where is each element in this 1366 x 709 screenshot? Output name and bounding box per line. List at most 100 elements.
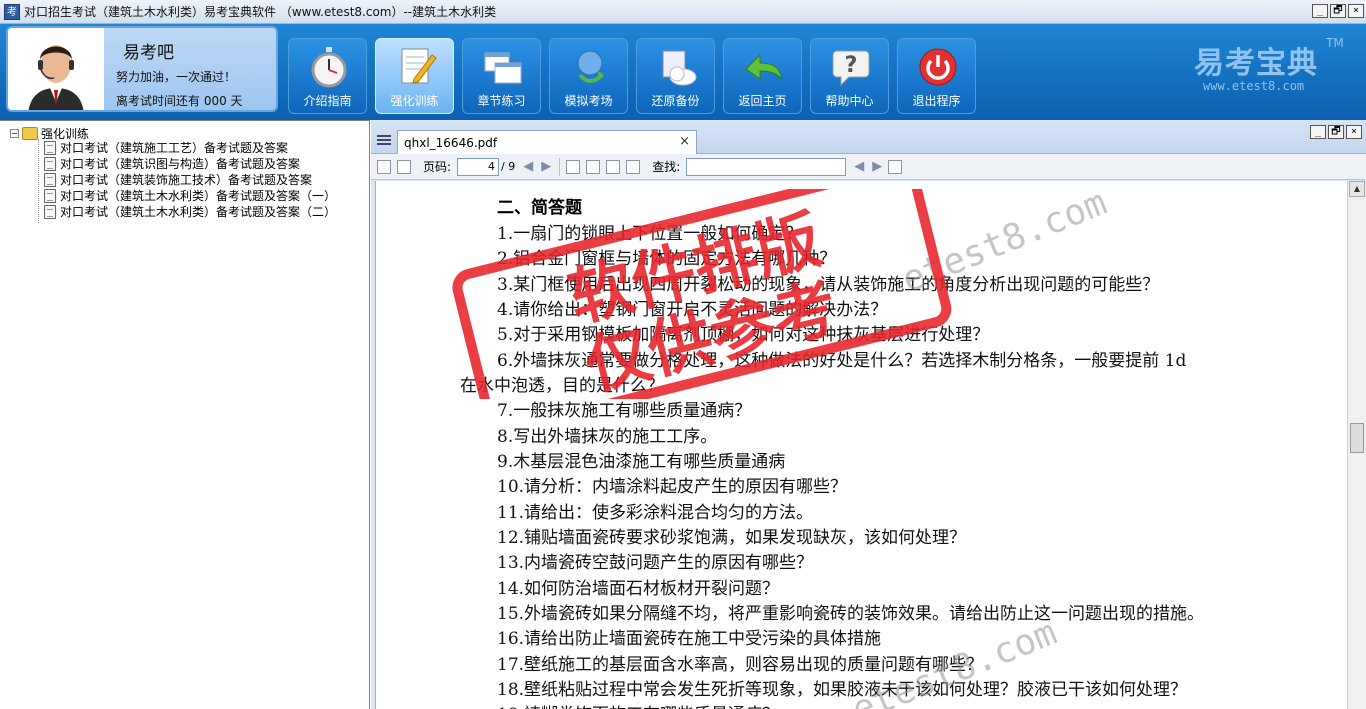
vertical-scrollbar[interactable]: ▲ <box>1347 181 1366 709</box>
question-line: 3.某门框使用后出现四周开裂松动的现象，请从装饰施工的角度分析出现问题的可能些？ <box>497 275 1160 295</box>
question-line: 15.外墙瓷砖如果分隔缝不均，将严重影响瓷砖的装饰效果。请给出防止这一问题出现的… <box>497 604 1205 624</box>
toolbar-label: 退出程序 <box>912 94 961 108</box>
document-icon <box>44 156 56 171</box>
toolbar-separator <box>559 157 561 176</box>
page-total: / 9 <box>501 160 516 173</box>
avatar-person-icon <box>8 28 104 110</box>
notepad-pencil-icon <box>401 48 437 84</box>
question-line: 10.请分析：内墙涂料起皮产生的原因有哪些？ <box>497 477 848 497</box>
question-line: 2.铝合金门窗框与墙体的固定方法有哪几种？ <box>497 249 837 269</box>
toolbar-button-home[interactable]: 返回主页 <box>723 38 802 114</box>
user-panel: 易考吧 努力加油，一次通过！ 离考试时间还有 000 天 <box>6 26 278 112</box>
exam-countdown: 离考试时间还有 000 天 <box>116 94 243 108</box>
toolbar-button-help[interactable]: ? 帮助中心 <box>810 38 889 114</box>
collapse-icon[interactable]: − <box>10 129 19 138</box>
app-header: 易考吧 努力加油，一次通过！ 离考试时间还有 000 天 介绍指南 强化训练 章… <box>0 24 1366 120</box>
stopwatch-icon <box>311 47 347 88</box>
close-button[interactable]: × <box>1348 4 1364 18</box>
toolbar-button-training[interactable]: 强化训练 <box>375 38 454 114</box>
toolbar-button-intro[interactable]: 介绍指南 <box>288 38 367 114</box>
save-icon[interactable] <box>566 159 581 174</box>
tree-item-label: 对口考试（建筑施工工艺）备考试题及答案 <box>60 141 289 155</box>
toolbar-label: 介绍指南 <box>303 94 352 108</box>
fit-page-icon[interactable] <box>586 159 601 174</box>
find-label: 查找: <box>652 160 681 174</box>
tab-document[interactable]: qhxl_16646.pdf × <box>397 130 697 154</box>
restore-button[interactable]: 🗗 <box>1330 4 1346 18</box>
question-line: 8.写出外墙抹灰的施工工序。 <box>497 427 718 447</box>
text-size-icon[interactable] <box>888 159 903 174</box>
brand-url: www.etest8.com <box>1203 79 1305 93</box>
zoom-out-icon[interactable] <box>606 159 621 174</box>
toolbar-label: 帮助中心 <box>825 94 874 108</box>
menu-icon[interactable] <box>377 135 391 146</box>
tree-item-label: 对口考试（建筑土木水利类）备考试题及答案（一） <box>60 189 337 203</box>
section-heading: 二、简答题 <box>497 198 582 218</box>
question-line: 7.一般抹灰施工有哪些质量通病？ <box>497 401 752 421</box>
back-arrow-icon <box>745 53 783 81</box>
user-name: 易考吧 <box>123 43 174 63</box>
question-line: 6.外墙抹灰通常要做分格处理，这种做法的好处是什么？若选择木制分格条，一般要提前… <box>497 351 1187 371</box>
doc-minimize-button[interactable]: _ <box>1310 125 1326 139</box>
toolbar-button-backup[interactable]: 还原备份 <box>636 38 715 114</box>
toolbar-label: 模拟考场 <box>564 94 613 108</box>
toolbar-label: 强化训练 <box>390 94 439 108</box>
find-input[interactable] <box>686 157 847 176</box>
toolbar-label: 章节练习 <box>477 94 526 108</box>
title-bar: 考 对口招生考试（建筑土木水利类）易考宝典软件 （www.etest8.com）… <box>0 0 1366 24</box>
toolbar-button-exit[interactable]: 退出程序 <box>897 38 976 114</box>
svg-text:?: ? <box>845 53 858 78</box>
prev-page-icon[interactable]: ◀ <box>523 159 533 174</box>
user-slogan: 努力加油，一次通过！ <box>116 70 237 84</box>
window-title: 对口招生考试（建筑土木水利类）易考宝典软件 （www.etest8.com）--… <box>24 5 497 19</box>
doc-restore-button[interactable]: 🗗 <box>1328 125 1344 139</box>
question-continuation: 在水中泡透，目的是什么？ <box>460 376 664 396</box>
tree-item-label: 对口考试（建筑识图与构造）备考试题及答案 <box>60 157 301 171</box>
find-next-icon[interactable]: ▶ <box>872 159 882 174</box>
tree-item[interactable]: 对口考试（建筑土木水利类）备考试题及答案（一） <box>44 187 336 204</box>
page-number-input[interactable]: 4 <box>457 157 500 176</box>
question-line: 4.请你给出：塑钢门窗开启不灵活问题的解决办法？ <box>497 300 888 320</box>
question-icon: ? <box>832 50 870 87</box>
close-tab-icon[interactable]: × <box>679 134 690 149</box>
scroll-thumb[interactable] <box>1350 423 1364 453</box>
question-line: 18.壁纸粘贴过程中常会发生死折等现象，如果胶液未干该如何处理？胶液已干该如何处… <box>497 680 1188 700</box>
document-icon <box>44 188 56 203</box>
question-line: 12.铺贴墙面瓷砖要求砂浆饱满，如果发现缺灰，该如何处理？ <box>497 528 967 548</box>
document-icon <box>44 140 56 155</box>
tree-item[interactable]: 对口考试（建筑施工工艺）备考试题及答案 <box>44 139 288 156</box>
document-tabbar: qhxl_16646.pdf × _ 🗗 × <box>371 120 1366 154</box>
tree-item[interactable]: 对口考试（建筑装饰施工技术）备考试题及答案 <box>44 171 312 188</box>
question-line: 11.请给出：使多彩涂料混合均匀的方法。 <box>497 503 814 523</box>
document-window-controls: _ 🗗 × <box>1310 125 1362 139</box>
page-label: 页码: <box>423 160 452 174</box>
tree-item-label: 对口考试（建筑土木水利类）备考试题及答案（二） <box>60 205 337 219</box>
next-page-icon[interactable]: ▶ <box>541 159 551 174</box>
zoom-in-icon[interactable] <box>626 159 641 174</box>
find-prev-icon[interactable]: ◀ <box>854 159 864 174</box>
doc-close-button[interactable]: × <box>1346 125 1362 139</box>
tree-connector <box>38 139 39 223</box>
scroll-up-icon[interactable]: ▲ <box>1349 181 1365 197</box>
window-controls: _ 🗗 × <box>1312 4 1364 18</box>
toolbar-label: 返回主页 <box>738 94 787 108</box>
print-icon[interactable] <box>397 159 411 174</box>
toolbar-button-chapter[interactable]: 章节练习 <box>462 38 541 114</box>
minimize-button[interactable]: _ <box>1312 4 1328 18</box>
pdf-toolbar: 页码: 4 / 9 ◀ ▶ 查找: ◀ ▶ <box>371 154 1366 180</box>
toolbar-button-exam[interactable]: 模拟考场 <box>549 38 628 114</box>
windows-icon <box>484 52 522 84</box>
avatar <box>8 28 104 110</box>
main-toolbar: 介绍指南 强化训练 章节练习 模拟考场 还原备份 返回主页 ? 帮助中心 退出程… <box>288 38 976 114</box>
copy-icon[interactable] <box>377 159 391 174</box>
tree-item[interactable]: 对口考试（建筑识图与构造）备考试题及答案 <box>44 155 300 172</box>
tree-item[interactable]: 对口考试（建筑土木水利类）备考试题及答案（二） <box>44 203 336 220</box>
document-icon <box>44 204 56 219</box>
brand-logo: 易考宝典 <box>1194 46 1318 81</box>
power-icon <box>919 48 957 86</box>
tree-item-label: 对口考试（建筑装饰施工技术）备考试题及答案 <box>60 173 313 187</box>
cloud-computer-icon <box>662 50 697 86</box>
folder-icon <box>22 127 38 140</box>
question-line: 13.内墙瓷砖空鼓问题产生的原因有哪些？ <box>497 553 814 573</box>
course-tree: − 强化训练 对口考试（建筑施工工艺）备考试题及答案 对口考试（建筑识图与构造）… <box>0 120 370 709</box>
